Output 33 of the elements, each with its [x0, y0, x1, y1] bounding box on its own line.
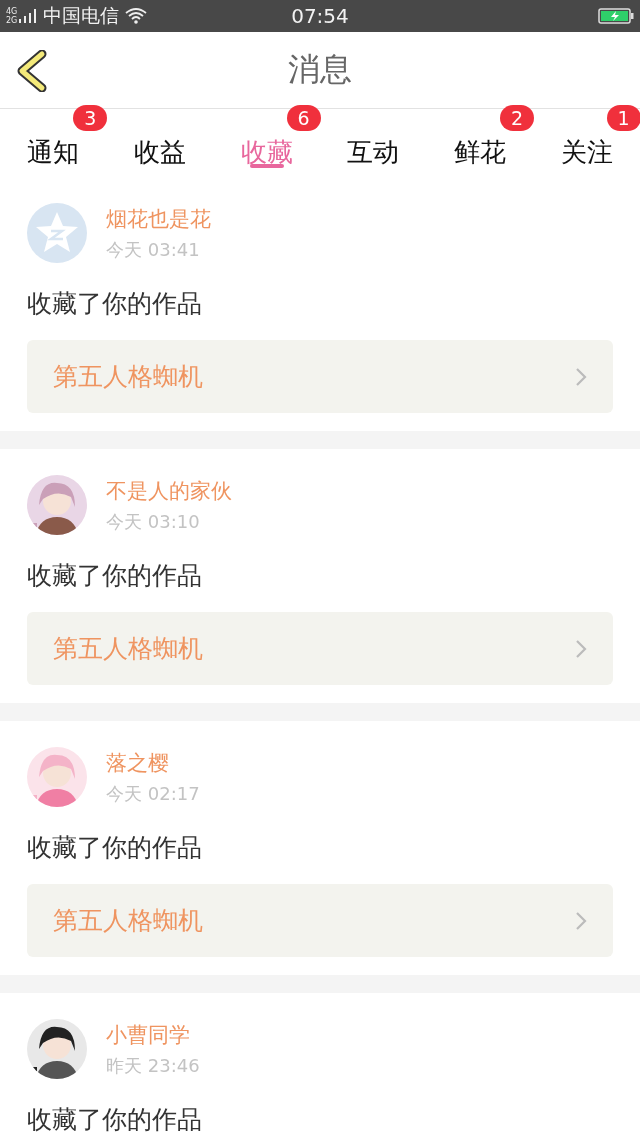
count-badge: 6 — [286, 105, 321, 131]
work-link[interactable]: 第五人格蜘机 — [27, 612, 613, 685]
chevron-icon — [575, 910, 587, 931]
tab[interactable]: 互动 — [347, 109, 400, 177]
message-text: 收藏了你的作品 — [27, 560, 203, 592]
count-badge: 1 — [606, 105, 640, 131]
network-label: 2G — [6, 16, 18, 25]
chevron-icon — [575, 366, 587, 387]
wifi-icon — [125, 8, 148, 24]
battery-icon — [598, 8, 634, 24]
user-name[interactable]: 落之樱 — [106, 748, 200, 777]
timestamp: 今天 03:41 — [106, 237, 201, 262]
timestamp: 昨天 23:46 — [106, 1053, 200, 1078]
network-label: 4G — [6, 7, 18, 16]
timestamp: 今天 02:17 — [106, 781, 200, 806]
user-name[interactable]: 小曹同学 — [106, 1020, 200, 1049]
work-link[interactable]: 第五人格蜘机 — [27, 884, 613, 957]
carrier-name: 中国电信 — [43, 3, 120, 28]
message-text: 收藏了你的作品 — [27, 288, 203, 320]
clock: 07:54 — [291, 4, 349, 28]
tab[interactable]: 收益 — [134, 109, 186, 177]
back-icon[interactable] — [16, 50, 48, 92]
count-badge: 2 — [500, 105, 534, 131]
count-badge: 3 — [73, 105, 108, 131]
message-text: 收藏了你的作品 — [27, 832, 203, 864]
default-avatar-icon — [27, 203, 87, 263]
work-link[interactable]: 第五人格蜘机 — [27, 340, 613, 413]
user-name[interactable]: 不是人的家伙 — [106, 476, 232, 505]
chevron-icon — [575, 638, 587, 659]
page-title: 消息 — [288, 49, 352, 90]
message-text: 收藏了你的作品 — [27, 1104, 203, 1136]
user-name[interactable]: 烟花也是花 — [106, 204, 211, 233]
timestamp: 今天 03:10 — [106, 509, 201, 534]
